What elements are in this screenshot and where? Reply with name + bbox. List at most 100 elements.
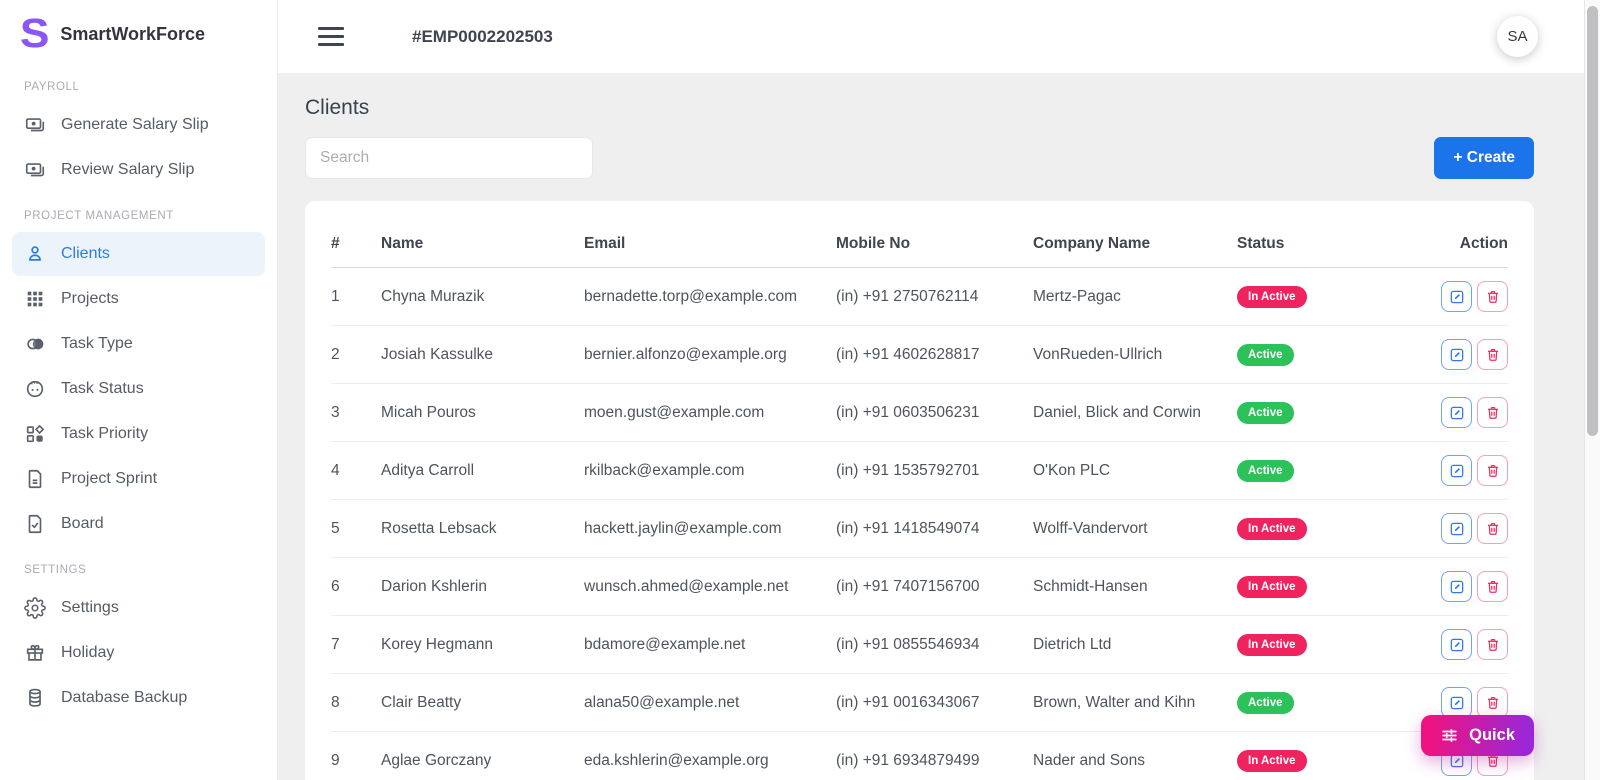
column-header-email: Email xyxy=(584,213,836,268)
cell-company: Brown, Walter and Kihn xyxy=(1033,674,1237,732)
trash-icon xyxy=(1485,521,1501,537)
avatar[interactable]: SA xyxy=(1497,16,1538,57)
cell-company: Daniel, Blick and Corwin xyxy=(1033,384,1237,442)
topbar-left: #EMP0002202503 xyxy=(318,27,553,47)
quick-button[interactable]: Quick xyxy=(1421,715,1534,756)
delete-button[interactable] xyxy=(1477,687,1508,718)
cell-email: bernadette.torp@example.com xyxy=(584,268,836,326)
cell-name: Darion Kshlerin xyxy=(381,558,584,616)
status-badge: Active xyxy=(1237,692,1294,714)
cell-email: hackett.jaylin@example.com xyxy=(584,500,836,558)
sidebar-item-task-status[interactable]: Task Status xyxy=(12,367,265,411)
sidebar-item-task-priority[interactable]: Task Priority xyxy=(12,412,265,456)
sidebar-item-database-backup[interactable]: Database Backup xyxy=(12,676,265,720)
sidebar-item-generate-salary-slip[interactable]: Generate Salary Slip xyxy=(12,103,265,147)
circles-icon xyxy=(24,333,46,355)
cell-action xyxy=(1432,384,1508,442)
cell-status: In Active xyxy=(1237,616,1432,674)
sidebar-item-label: Review Salary Slip xyxy=(61,161,194,179)
sidebar-item-label: Settings xyxy=(61,599,119,617)
cell-name: Josiah Kassulke xyxy=(381,326,584,384)
cell-sr: 5 xyxy=(331,500,381,558)
delete-button[interactable] xyxy=(1477,339,1508,370)
table-row: 8Clair Beattyalana50@example.net(in) +91… xyxy=(331,674,1508,732)
clients-table-card: # Name Email Mobile No Company Name Stat… xyxy=(305,201,1534,780)
edit-button[interactable] xyxy=(1441,513,1472,544)
sidebar-item-projects[interactable]: Projects xyxy=(12,277,265,321)
employee-id: #EMP0002202503 xyxy=(412,27,553,47)
cell-sr: 6 xyxy=(331,558,381,616)
scrollbar[interactable] xyxy=(1584,0,1600,780)
edit-button[interactable] xyxy=(1441,339,1472,370)
section-label-settings: SETTINGS xyxy=(12,547,265,585)
edit-button[interactable] xyxy=(1441,397,1472,428)
create-button[interactable]: + Create xyxy=(1434,137,1534,179)
sliders-icon xyxy=(1440,726,1459,745)
section-label-project-management: PROJECT MANAGEMENT xyxy=(12,193,265,231)
delete-button[interactable] xyxy=(1477,513,1508,544)
sidebar-item-label: Clients xyxy=(61,245,110,263)
edit-button[interactable] xyxy=(1441,281,1472,312)
cell-company: Wolff-Vandervort xyxy=(1033,500,1237,558)
cell-name: Aditya Carroll xyxy=(381,442,584,500)
edit-icon xyxy=(1449,405,1465,421)
status-badge: Active xyxy=(1237,402,1294,424)
cell-status: In Active xyxy=(1237,268,1432,326)
cell-company: VonRueden-Ullrich xyxy=(1033,326,1237,384)
cell-mobile: (in) +91 6934879499 xyxy=(836,732,1033,780)
menu-toggle-icon[interactable] xyxy=(318,27,344,46)
delete-button[interactable] xyxy=(1477,571,1508,602)
sidebar: S SmartWorkForce PAYROLL Generate Salary… xyxy=(0,0,278,780)
table-row: 2Josiah Kassulkebernier.alfonzo@example.… xyxy=(331,326,1508,384)
table-row: 9Aglae Gorczanyeda.kshlerin@example.org(… xyxy=(331,732,1508,780)
cell-name: Chyna Murazik xyxy=(381,268,584,326)
delete-button[interactable] xyxy=(1477,455,1508,486)
cell-action xyxy=(1432,500,1508,558)
sidebar-item-holiday[interactable]: Holiday xyxy=(12,631,265,675)
edit-button[interactable] xyxy=(1441,687,1472,718)
cell-company: Schmidt-Hansen xyxy=(1033,558,1237,616)
cell-mobile: (in) +91 0855546934 xyxy=(836,616,1033,674)
file-check-icon xyxy=(24,513,46,535)
cell-sr: 4 xyxy=(331,442,381,500)
trash-icon xyxy=(1485,405,1501,421)
sidebar-item-project-sprint[interactable]: Project Sprint xyxy=(12,457,265,501)
cell-sr: 2 xyxy=(331,326,381,384)
edit-button[interactable] xyxy=(1441,629,1472,660)
status-badge: In Active xyxy=(1237,576,1307,598)
cell-status: Active xyxy=(1237,442,1432,500)
sidebar-item-board[interactable]: Board xyxy=(12,502,265,546)
cell-mobile: (in) +91 0016343067 xyxy=(836,674,1033,732)
delete-button[interactable] xyxy=(1477,629,1508,660)
cell-company: Nader and Sons xyxy=(1033,732,1237,780)
cell-email: alana50@example.net xyxy=(584,674,836,732)
sidebar-item-clients[interactable]: Clients xyxy=(12,232,265,276)
column-header-action: Action xyxy=(1432,213,1508,268)
edit-button[interactable] xyxy=(1441,571,1472,602)
sidebar-item-label: Database Backup xyxy=(61,689,187,707)
status-badge: In Active xyxy=(1237,750,1307,772)
column-header-sr: # xyxy=(331,213,381,268)
cell-action xyxy=(1432,442,1508,500)
table-body: 1Chyna Murazikbernadette.torp@example.co… xyxy=(331,268,1508,780)
sidebar-item-settings[interactable]: Settings xyxy=(12,586,265,630)
cell-mobile: (in) +91 7407156700 xyxy=(836,558,1033,616)
edit-button[interactable] xyxy=(1441,455,1472,486)
scrollbar-thumb[interactable] xyxy=(1587,6,1598,436)
section-label-payroll: PAYROLL xyxy=(12,64,265,102)
person-icon xyxy=(24,243,46,265)
sidebar-item-review-salary-slip[interactable]: Review Salary Slip xyxy=(12,148,265,192)
file-text-icon xyxy=(24,468,46,490)
trash-icon xyxy=(1485,289,1501,305)
cell-email: moen.gust@example.com xyxy=(584,384,836,442)
trash-icon xyxy=(1485,347,1501,363)
brand[interactable]: S SmartWorkForce xyxy=(12,0,265,64)
sidebar-item-task-type[interactable]: Task Type xyxy=(12,322,265,366)
column-header-status: Status xyxy=(1237,213,1432,268)
search-input[interactable] xyxy=(305,137,593,179)
delete-button[interactable] xyxy=(1477,281,1508,312)
database-icon xyxy=(24,687,46,709)
cell-company: Dietrich Ltd xyxy=(1033,616,1237,674)
delete-button[interactable] xyxy=(1477,397,1508,428)
cell-mobile: (in) +91 0603506231 xyxy=(836,384,1033,442)
